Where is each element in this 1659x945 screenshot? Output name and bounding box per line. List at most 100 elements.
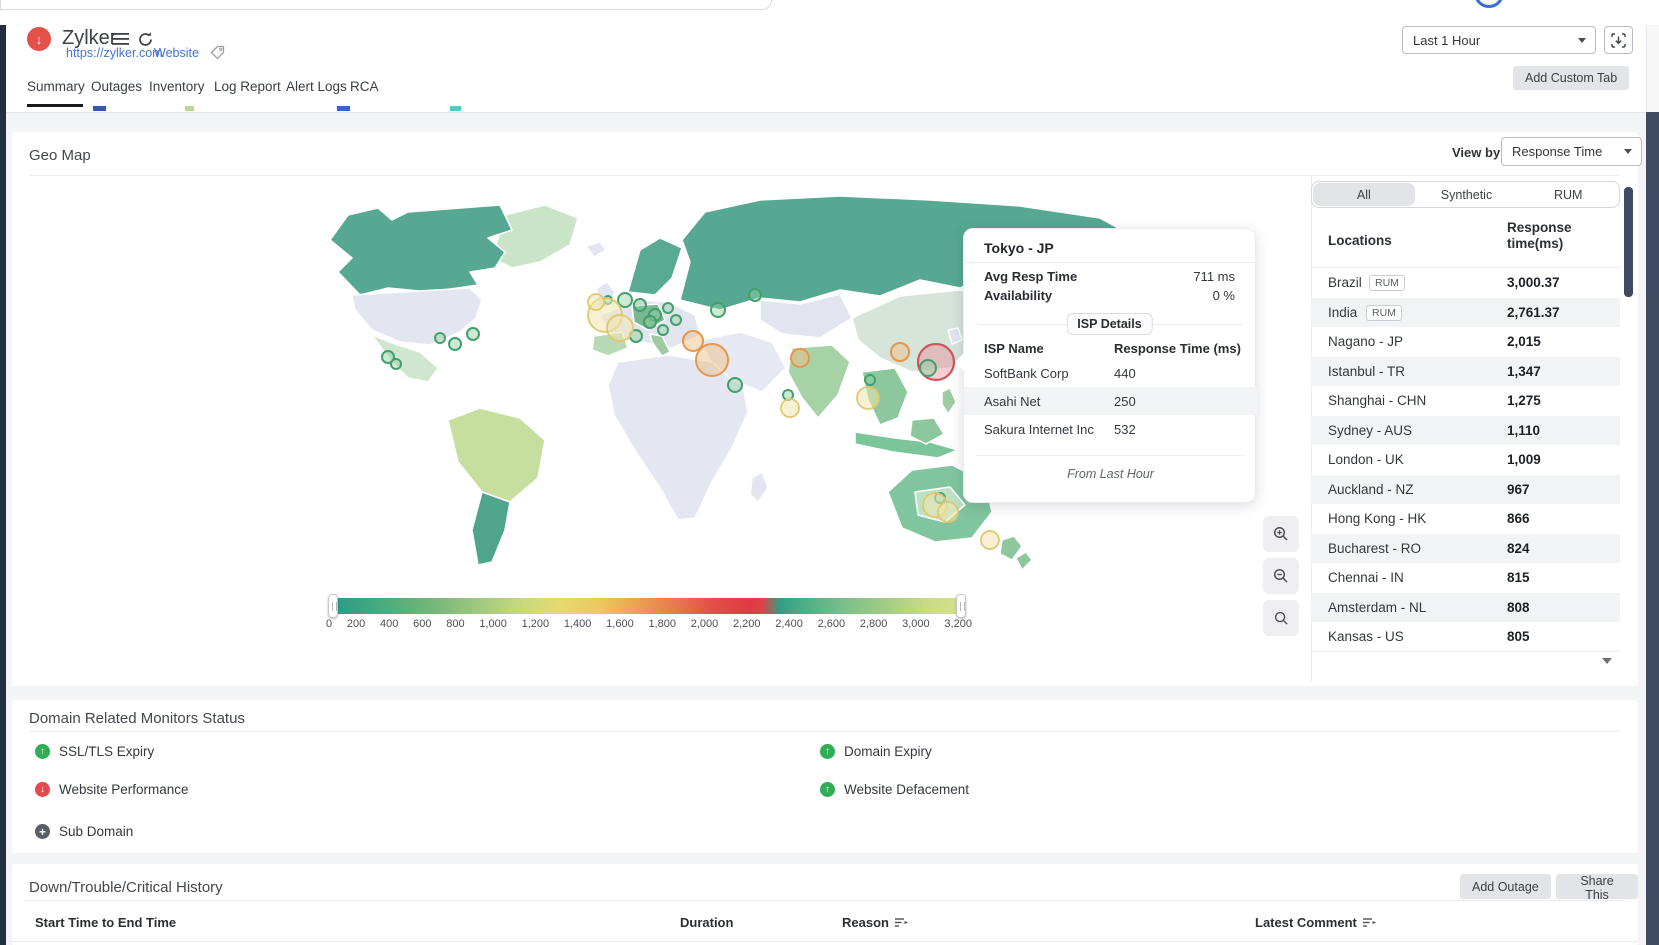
monitor-status-down-icon: ↓	[27, 27, 51, 51]
left-sidebar-edge	[0, 25, 6, 945]
scrolled-content-fragment	[185, 106, 194, 111]
table-row[interactable]: Bucharest - RO824	[1311, 534, 1620, 564]
isp-name-header: ISP Name	[984, 341, 1044, 356]
table-row[interactable]: Shanghai - CHN1,275	[1311, 386, 1620, 416]
scale-max-handle[interactable]	[956, 594, 966, 618]
tooltip-pointer	[955, 353, 964, 371]
table-row[interactable]: Nagano - JP2,015	[1311, 327, 1620, 357]
time-range-value: Last 1 Hour	[1413, 33, 1480, 48]
divider	[25, 900, 1625, 901]
tab-summary[interactable]: Summary	[27, 79, 85, 94]
isp-row: SoftBank Corp 440	[964, 359, 1257, 387]
isp-details-chip: ISP Details	[1066, 313, 1152, 335]
isp-row: Asahi Net 250	[964, 387, 1257, 415]
locations-scrollbar-thumb[interactable]	[1624, 187, 1633, 297]
domain-monitors-title: Domain Related Monitors Status	[29, 710, 245, 727]
map-zoom-out-button[interactable]	[1263, 558, 1299, 594]
filter-icon[interactable]	[1363, 917, 1376, 928]
table-row[interactable]: IndiaRUM2,761.37	[1311, 298, 1620, 328]
map-zoom-reset-button[interactable]	[1263, 600, 1299, 636]
isp-row: Sakura Internet Inc 532	[964, 415, 1257, 443]
column-header-latest-comment: Latest Comment	[1255, 915, 1376, 930]
response-time-color-scale	[336, 598, 962, 614]
isp-response-time-header: Response Time (ms)	[1114, 341, 1241, 356]
monitor-type-link[interactable]: Website	[154, 46, 199, 60]
geo-map-title: Geo Map	[29, 147, 91, 164]
monitor-item-website-defacement[interactable]: ↑ Website Defacement	[820, 782, 969, 797]
monitor-header: ↓ Zylker https://zylker.com Website Last…	[6, 25, 1646, 113]
monitor-url-link[interactable]: https://zylker.com	[66, 46, 163, 60]
geo-map-card: Geo Map View by Response Time	[12, 132, 1638, 686]
zoom-in-icon	[1273, 526, 1289, 542]
location-type-segmented-control: All Synthetic RUM	[1311, 181, 1620, 208]
tooltip-title: Tokyo - JP	[984, 240, 1054, 256]
monitor-item-sub-domain[interactable]: + Sub Domain	[35, 824, 133, 839]
table-row[interactable]: Istanbul - TR1,347	[1311, 357, 1620, 387]
app-root: ↓ Zylker https://zylker.com Website Last…	[0, 0, 1659, 945]
tab-inventory[interactable]: Inventory	[149, 79, 205, 94]
availability-value: 0 %	[1213, 288, 1235, 303]
filter-icon[interactable]	[895, 917, 908, 928]
table-row[interactable]: Amsterdam - NL808	[1311, 593, 1620, 623]
avg-resp-value: 711 ms	[1193, 269, 1235, 284]
view-by-select[interactable]: Response Time	[1501, 137, 1642, 166]
table-row[interactable]: BrazilRUM3,000.37	[1311, 268, 1620, 298]
scrolled-content-fragment	[450, 106, 461, 111]
add-custom-tab-button[interactable]: Add Custom Tab	[1513, 66, 1629, 90]
tab-outages[interactable]: Outages	[91, 79, 142, 94]
map-zoom-in-button[interactable]	[1263, 516, 1299, 552]
domain-monitors-card: Domain Related Monitors Status ↑ SSL/TLS…	[12, 700, 1638, 853]
tab-log-report[interactable]: Log Report	[214, 79, 281, 94]
add-to-dashboard-icon	[1610, 32, 1627, 49]
column-header-reason: Reason	[842, 915, 908, 930]
add-outage-button[interactable]: Add Outage	[1460, 874, 1551, 899]
table-row[interactable]: Hong Kong - HK866	[1311, 504, 1620, 534]
status-up-icon: ↑	[820, 782, 835, 797]
table-row[interactable]: London - UK1,009	[1311, 445, 1620, 475]
locations-column-header: Locations	[1328, 233, 1392, 248]
scrolled-content-fragment	[93, 106, 106, 111]
response-time-column-header: Response time(ms)	[1507, 220, 1617, 252]
monitor-item-website-performance[interactable]: ↓ Website Performance	[35, 782, 189, 797]
zoom-out-icon	[1273, 568, 1289, 584]
segment-rum[interactable]: RUM	[1517, 182, 1619, 207]
rum-badge: RUM	[1369, 275, 1405, 291]
tab-rca[interactable]: RCA	[350, 79, 379, 94]
chevron-down-icon	[1624, 149, 1632, 154]
column-header-duration: Duration	[680, 915, 733, 930]
segment-all[interactable]: All	[1313, 183, 1415, 206]
divider	[29, 731, 1620, 732]
availability-label: Availability	[984, 288, 1052, 303]
monitor-item-domain-expiry[interactable]: ↑ Domain Expiry	[820, 744, 932, 759]
view-by-label: View by	[1452, 145, 1500, 160]
divider	[964, 262, 1257, 263]
share-this-button[interactable]: Share This	[1556, 874, 1638, 899]
add-to-dashboard-button[interactable]	[1604, 26, 1633, 54]
divider	[12, 941, 1638, 942]
scroll-down-chevron-icon[interactable]	[1602, 658, 1612, 664]
history-card: Down/Trouble/Critical History Add Outage…	[12, 864, 1638, 945]
tab-alert-logs[interactable]: Alert Logs	[286, 79, 347, 94]
locations-table: BrazilRUM3,000.37 IndiaRUM2,761.37 Nagan…	[1311, 268, 1620, 652]
status-up-icon: ↑	[35, 744, 50, 759]
segment-synthetic[interactable]: Synthetic	[1416, 182, 1518, 207]
table-row[interactable]: Chennai - IN815	[1311, 563, 1620, 593]
tag-icon[interactable]	[210, 45, 225, 65]
time-range-select[interactable]: Last 1 Hour	[1402, 26, 1596, 54]
page-scrollbar-thumb[interactable]	[1646, 112, 1659, 945]
scale-tick-labels: 0200 400600 8001,000 1,2001,400 1,6001,8…	[326, 618, 972, 630]
rum-badge: RUM	[1366, 305, 1402, 321]
chevron-down-icon	[1578, 38, 1586, 43]
table-row[interactable]: Kansas - US805	[1311, 622, 1620, 652]
add-icon: +	[35, 824, 50, 839]
status-up-icon: ↑	[820, 744, 835, 759]
browser-tab-remnant	[0, 0, 772, 10]
avatar[interactable]	[1474, 0, 1504, 8]
table-row[interactable]: Auckland - NZ967	[1311, 475, 1620, 505]
scale-min-handle[interactable]	[328, 594, 338, 618]
table-row[interactable]: Sydney - AUS1,110	[1311, 416, 1620, 446]
monitor-item-ssl-expiry[interactable]: ↑ SSL/TLS Expiry	[35, 744, 154, 759]
avg-resp-label: Avg Resp Time	[984, 269, 1077, 284]
status-down-icon: ↓	[35, 782, 50, 797]
magnifier-icon	[1274, 611, 1289, 626]
